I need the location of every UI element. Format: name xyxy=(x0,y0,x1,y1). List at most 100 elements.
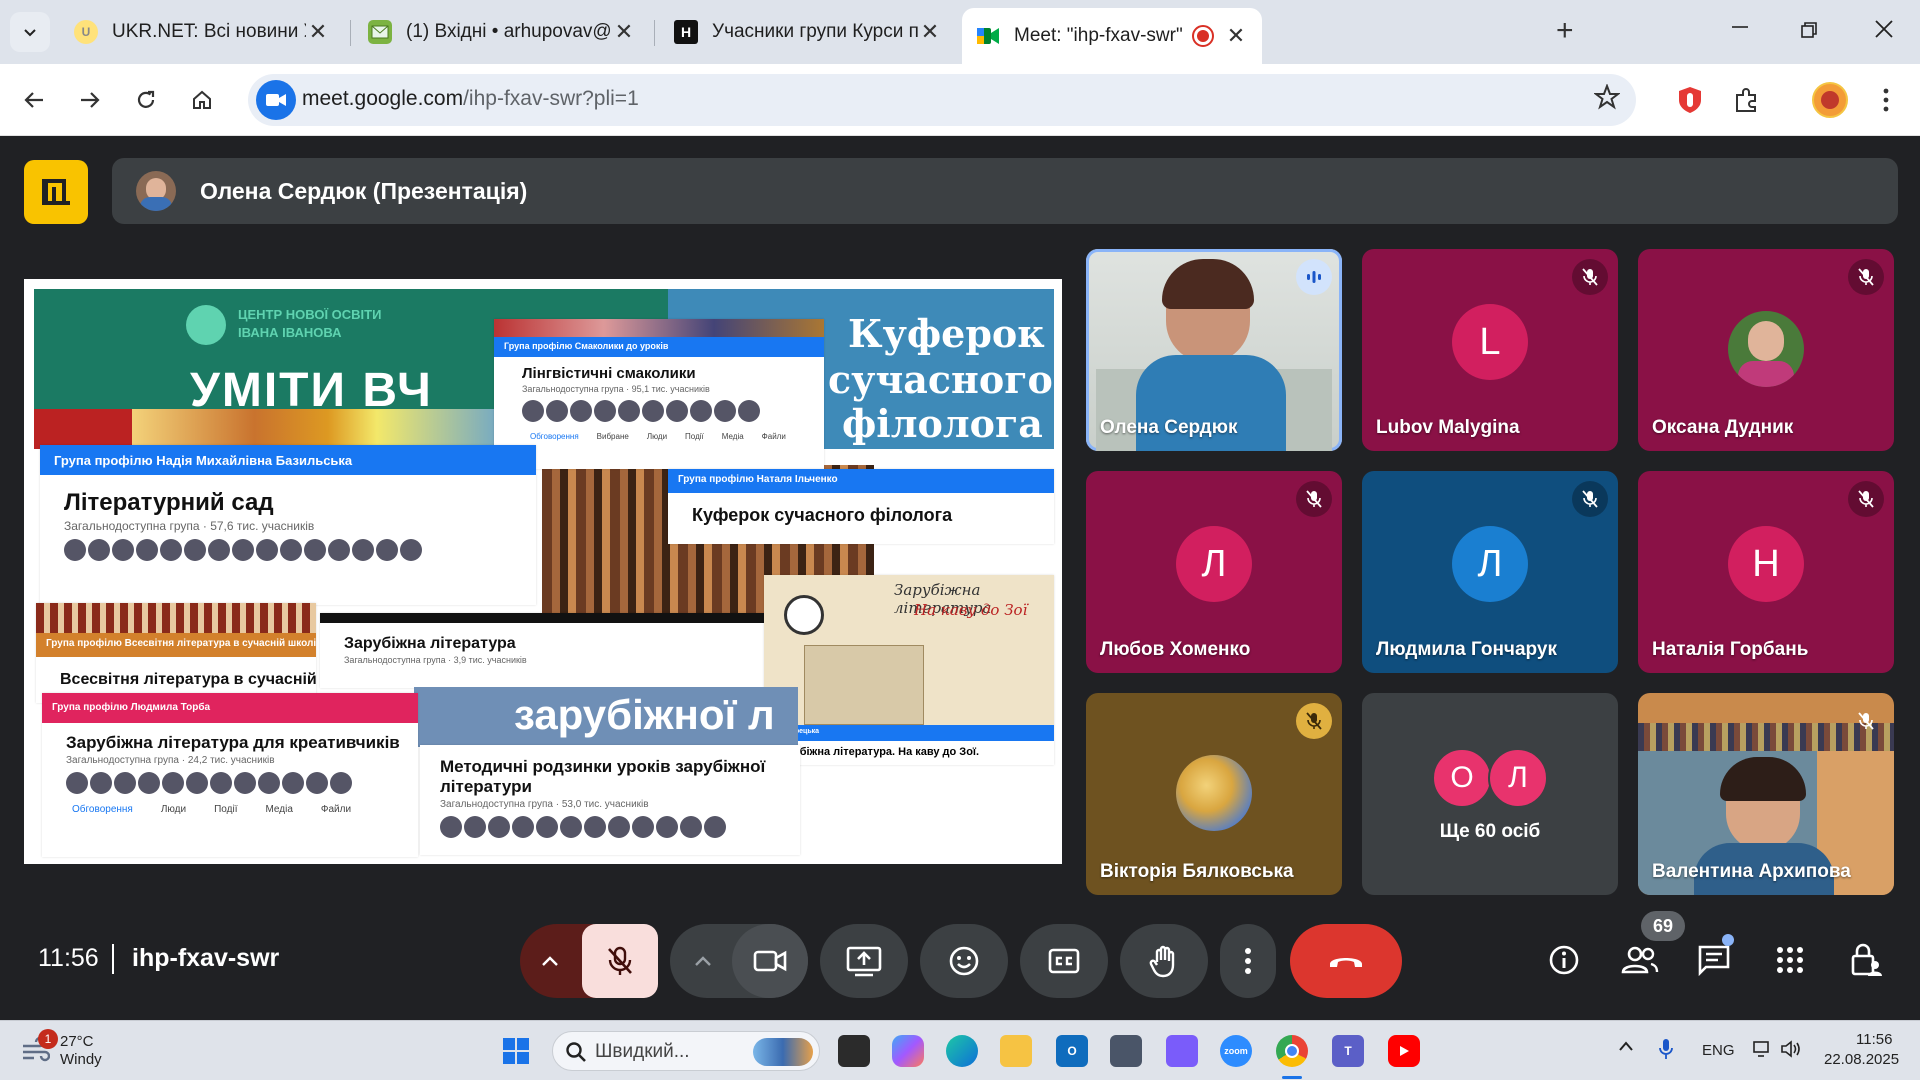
language-indicator[interactable]: ENG xyxy=(1702,1042,1735,1059)
snipping-tool-icon[interactable] xyxy=(1166,1035,1198,1067)
close-icon[interactable]: ✕ xyxy=(612,19,636,45)
participant-tile-lubov-malygina[interactable]: L Lubov Malygina xyxy=(1362,249,1618,451)
camera-icon xyxy=(753,950,787,972)
weather-temperature: 27°C xyxy=(60,1033,94,1050)
forward-button[interactable] xyxy=(72,82,108,118)
card-subtitle: Загальнодоступна група · 57,6 тис. учасн… xyxy=(64,519,315,533)
camera-toggle-button[interactable] xyxy=(732,924,808,998)
task-view-icon[interactable] xyxy=(838,1035,870,1067)
back-button[interactable] xyxy=(16,82,52,118)
meet-favicon-icon xyxy=(976,24,1000,48)
file-explorer-icon[interactable] xyxy=(1000,1035,1032,1067)
ornament-strip xyxy=(34,409,524,449)
extensions-puzzle-icon[interactable] xyxy=(1724,78,1768,122)
close-icon[interactable]: ✕ xyxy=(918,19,942,45)
card-zarub: Зарубіжна література Загальнодоступна гр… xyxy=(320,613,780,688)
volume-icon[interactable] xyxy=(1780,1039,1802,1064)
audio-options-button[interactable] xyxy=(520,924,580,998)
tab-title: UKR.NET: Всі новини України, о xyxy=(112,21,306,42)
participant-tile-valentyna[interactable]: Валентина Архипова xyxy=(1638,693,1894,895)
participant-tile-lyubov-khomenko[interactable]: Л Любов Хоменко xyxy=(1086,471,1342,673)
card-title: Всесвітня література в сучасній школі xyxy=(60,671,316,688)
h-favicon-icon: H xyxy=(674,20,698,44)
participant-tile-lyudmyla-honcharuk[interactable]: Л Людмила Гончарук xyxy=(1362,471,1618,673)
restore-icon[interactable] xyxy=(1800,18,1818,46)
tray-mic-icon[interactable] xyxy=(1658,1037,1674,1066)
more-options-button[interactable] xyxy=(1220,924,1276,998)
search-icon xyxy=(566,1042,586,1062)
weather-widget[interactable]: 1 27°C Windy xyxy=(20,1029,102,1069)
network-icon[interactable] xyxy=(1752,1039,1772,1064)
participant-tile-viktoriia[interactable]: Вікторія Бялковська xyxy=(1086,693,1342,895)
taskbar-time[interactable]: 11:56 xyxy=(1856,1031,1892,1048)
mic-toggle-button[interactable] xyxy=(582,924,658,998)
address-bar[interactable]: meet.google.com/ihp-fxav-swr?pli=1 xyxy=(248,74,1636,126)
zarub-banner: зарубіжної л xyxy=(414,687,798,747)
edge-icon[interactable] xyxy=(946,1035,978,1067)
participant-tile-nataliia-horban[interactable]: Н Наталія Горбань xyxy=(1638,471,1894,673)
card-avatars xyxy=(420,810,800,844)
presentation-slide: ЦЕНТР НОВОЇ ОСВІТИ ІВАНА ІВАНОВА УМІТИ В… xyxy=(24,279,1062,864)
tab-search-button[interactable] xyxy=(10,12,50,52)
meeting-details-button[interactable] xyxy=(1540,936,1588,984)
participant-avatar-letter: Л xyxy=(1176,526,1252,602)
meeting-clock: 11:56 xyxy=(38,944,99,972)
arrow-left-icon xyxy=(24,92,43,108)
calculator-icon[interactable] xyxy=(1110,1035,1142,1067)
tab-ukrnet-mail[interactable]: (1) Вхідні • arhupovav@ukr.net ✕ xyxy=(354,12,650,52)
leave-call-button[interactable] xyxy=(1290,924,1402,998)
home-icon xyxy=(193,90,211,109)
close-icon[interactable]: ✕ xyxy=(1224,23,1248,49)
outlook-icon[interactable]: O xyxy=(1056,1035,1088,1067)
taskbar-search[interactable]: Швидкий... xyxy=(552,1031,820,1071)
reload-button[interactable] xyxy=(128,82,164,118)
card-band: Група профілю Всесвітня література в суч… xyxy=(36,633,316,657)
card-band: Група профілю Людмила Торба xyxy=(42,693,418,723)
window-close-icon[interactable] xyxy=(1874,18,1894,46)
tab-meet[interactable]: Meet: "ihp-fxav-swr" ✕ xyxy=(962,8,1262,64)
chevron-down-icon xyxy=(24,29,36,37)
card-band: Група профілю Наталя Ільченко xyxy=(668,469,1054,493)
tray-overflow-icon[interactable] xyxy=(1618,1039,1634,1057)
profile-avatar[interactable] xyxy=(1808,78,1852,122)
youtube-icon[interactable] xyxy=(1388,1035,1420,1067)
participant-tile-oksana[interactable]: Оксана Дудник xyxy=(1638,249,1894,451)
close-icon[interactable]: ✕ xyxy=(306,19,330,45)
chevron-up-icon xyxy=(542,956,558,966)
present-screen-button[interactable] xyxy=(820,924,908,998)
tab-participants[interactable]: H Учасники групи Курси підвищ ✕ xyxy=(660,12,956,52)
site-info-icon[interactable] xyxy=(256,80,296,120)
new-tab-button[interactable]: + xyxy=(1556,14,1574,48)
taskbar-date[interactable]: 22.08.2025 xyxy=(1824,1051,1899,1068)
zoom-icon[interactable]: zoom xyxy=(1220,1035,1252,1067)
reactions-button[interactable] xyxy=(920,924,1008,998)
tab-ukrnet[interactable]: U UKR.NET: Всі новини України, о ✕ xyxy=(60,12,344,52)
participant-name: Людмила Гончарук xyxy=(1376,639,1557,660)
windows-start-icon[interactable] xyxy=(500,1035,532,1067)
card-title: Методичні родзинки уроків зарубіжної літ… xyxy=(440,757,766,796)
adblock-extension-icon[interactable] xyxy=(1668,78,1712,122)
more-participants-tile[interactable]: О Л Ще 60 осіб xyxy=(1362,693,1618,895)
bookmark-star-icon[interactable] xyxy=(1593,83,1621,117)
chrome-icon[interactable] xyxy=(1276,1035,1308,1067)
participant-name: Олена Сердюк xyxy=(1100,417,1238,438)
teams-icon[interactable]: T xyxy=(1332,1035,1364,1067)
chat-button[interactable] xyxy=(1690,934,1738,984)
host-controls-button[interactable] xyxy=(1842,936,1890,984)
people-button[interactable] xyxy=(1616,936,1664,984)
activities-button[interactable] xyxy=(1766,936,1814,984)
participant-tile-olena[interactable]: Олена Сердюк xyxy=(1086,249,1342,451)
raise-hand-button[interactable] xyxy=(1120,924,1208,998)
copilot-icon[interactable] xyxy=(892,1035,924,1067)
chat-notification-dot xyxy=(1722,934,1734,946)
url-path: /ihp-fxav-swr?pli=1 xyxy=(463,87,639,110)
video-options-button[interactable] xyxy=(670,924,736,998)
captions-button[interactable] xyxy=(1020,924,1108,998)
presenter-bar[interactable]: Олена Сердюк (Презентація) xyxy=(112,158,1898,224)
browser-menu-icon[interactable] xyxy=(1864,78,1908,122)
more-vert-icon xyxy=(1245,948,1251,974)
card-subtitle: Загальнодоступна група · 3,9 тис. учасни… xyxy=(344,655,527,665)
home-button[interactable] xyxy=(184,82,220,118)
minimize-icon[interactable] xyxy=(1730,12,1750,49)
card-metod: Методичні родзинки уроків зарубіжної літ… xyxy=(420,745,800,855)
